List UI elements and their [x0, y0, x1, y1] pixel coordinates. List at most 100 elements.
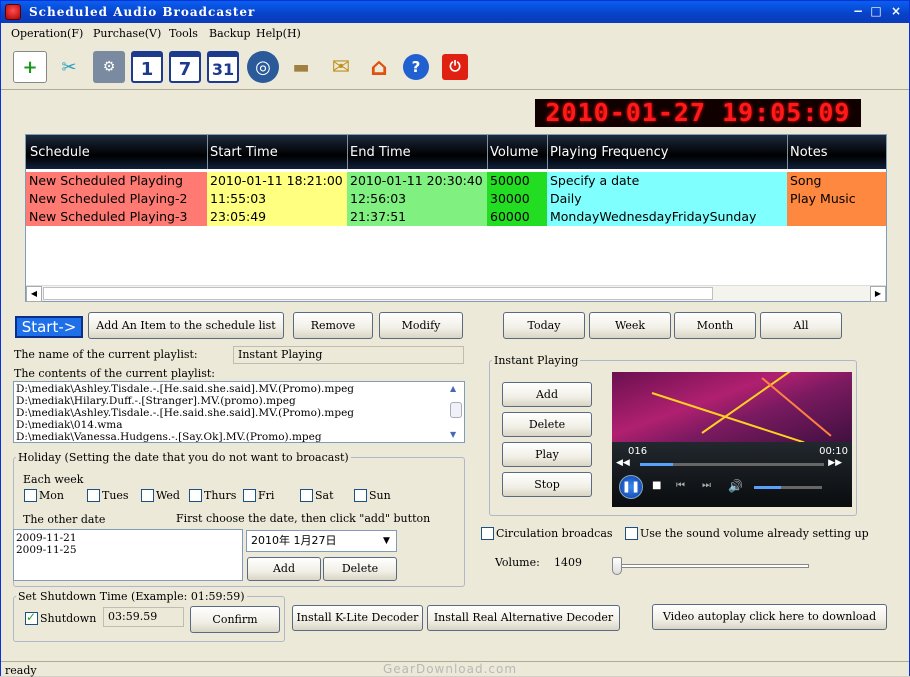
menu-tools[interactable]: Tools: [169, 27, 198, 40]
modify-button[interactable]: Modify: [379, 312, 463, 339]
list-item[interactable]: D:\mediak\Ashley.Tisdale.-.[He.said.she.…: [16, 383, 354, 395]
scroll-left-icon[interactable]: ◀: [26, 286, 42, 302]
today-button[interactable]: Today: [503, 312, 585, 339]
shutdown-time-field[interactable]: 03:59.59: [103, 607, 184, 627]
circulation-checkbox[interactable]: [481, 527, 494, 540]
menu-backup[interactable]: Backup: [209, 27, 251, 40]
seek-progress: [640, 463, 674, 466]
col-end-time[interactable]: End Time: [350, 145, 411, 160]
schedule-header: Schedule Start Time End Time Volume Play…: [26, 135, 886, 169]
next-icon[interactable]: ⏭: [702, 480, 711, 491]
add-item-button[interactable]: Add An Item to the schedule list: [88, 312, 284, 339]
col-volume[interactable]: Volume: [490, 145, 538, 160]
maximize-button[interactable]: □: [867, 4, 885, 20]
col-schedule[interactable]: Schedule: [30, 145, 90, 160]
month-button[interactable]: Month: [674, 312, 756, 339]
checkbox-thurs[interactable]: [189, 489, 202, 502]
scroll-thumb[interactable]: [43, 287, 713, 300]
volume-label: Volume:: [495, 556, 540, 569]
speaker-icon[interactable]: 🔊: [728, 479, 743, 493]
holiday-delete-button[interactable]: Delete: [323, 557, 397, 581]
video-autoplay-download-button[interactable]: Video autoplay click here to download: [652, 604, 887, 630]
instant-delete-button[interactable]: Delete: [502, 412, 592, 437]
instant-add-button[interactable]: Add: [502, 382, 592, 407]
help-icon[interactable]: ?: [403, 54, 429, 80]
install-klite-button[interactable]: Install K-Lite Decoder: [292, 605, 423, 631]
scanner-icon[interactable]: ▬: [285, 51, 317, 83]
settings-tools-icon[interactable]: ⚙: [93, 51, 125, 83]
confirm-button[interactable]: Confirm: [190, 606, 280, 633]
volume-bar[interactable]: [754, 486, 822, 489]
volume-slider[interactable]: [612, 557, 809, 575]
date-picker[interactable]: 2010年 1月27日 ▼: [246, 530, 397, 552]
menu-help[interactable]: Help(H): [256, 27, 301, 40]
week-button[interactable]: Week: [589, 312, 671, 339]
remove-button[interactable]: Remove: [293, 312, 373, 339]
menu-purchase[interactable]: Purchase(V): [93, 27, 161, 40]
scroll-up-icon[interactable]: ▲: [450, 384, 456, 393]
checkbox-mon[interactable]: [24, 489, 37, 502]
list-item[interactable]: 2009-11-25: [16, 544, 77, 556]
shutdown-checkbox[interactable]: [25, 610, 38, 625]
label-wed: Wed: [156, 489, 180, 502]
holiday-date-list[interactable]: 2009-11-21 2009-11-25: [13, 529, 243, 581]
led-clock: 2010-01-27 19:05:09: [535, 99, 861, 127]
scissors-icon[interactable]: ✂: [53, 51, 85, 83]
mail-icon[interactable]: ✉: [325, 51, 357, 83]
menu-operation[interactable]: Operation(F): [11, 27, 83, 40]
scroll-down-icon[interactable]: ▼: [450, 430, 456, 439]
scroll-thumb[interactable]: [450, 402, 462, 418]
add-schedule-icon[interactable]: +: [13, 51, 47, 83]
instant-play-button[interactable]: Play: [502, 442, 592, 467]
holiday-add-button[interactable]: Add: [247, 557, 321, 581]
scroll-right-icon[interactable]: ▶: [870, 286, 886, 302]
instant-stop-button[interactable]: Stop: [502, 472, 592, 497]
day-31-icon[interactable]: 31: [207, 51, 239, 83]
table-row[interactable]: New Scheduled Playding 2010-01-11 18:21:0…: [26, 172, 886, 190]
checkbox-sun[interactable]: [354, 489, 367, 502]
home-icon[interactable]: ⌂: [363, 51, 395, 83]
list-item[interactable]: D:\mediak\Ashley.Tisdale.-.[He.said.she.…: [16, 407, 354, 419]
chevron-down-icon[interactable]: ▼: [378, 532, 395, 550]
list-item[interactable]: 2009-11-21: [16, 532, 77, 544]
seek-bar[interactable]: [640, 463, 824, 466]
video-player[interactable]: 016 00:10 ◀◀ ▶▶ ❚❚ ■ ⏮ ⏭ 🔊: [612, 372, 852, 507]
checkbox-tues[interactable]: [87, 489, 100, 502]
start-button[interactable]: Start->: [15, 316, 83, 338]
fast-forward-icon[interactable]: ▶▶: [828, 458, 842, 468]
minimize-button[interactable]: −: [849, 4, 867, 20]
watermark: GearDownload.com: [383, 662, 518, 676]
rewind-icon[interactable]: ◀◀: [616, 458, 630, 468]
video-controls: 016 00:10 ◀◀ ▶▶ ❚❚ ■ ⏮ ⏭ 🔊: [612, 442, 852, 507]
close-button[interactable]: ×: [887, 4, 905, 20]
use-volume-checkbox[interactable]: [625, 527, 638, 540]
stop-icon[interactable]: ■: [652, 480, 661, 491]
install-real-alternative-button[interactable]: Install Real Alternative Decoder: [427, 605, 620, 631]
list-item[interactable]: D:\mediak\014.wma: [16, 419, 123, 431]
playlist-contents[interactable]: D:\mediak\Ashley.Tisdale.-.[He.said.she.…: [13, 381, 465, 443]
table-row[interactable]: New Scheduled Playing-3 23:05:49 21:37:51 6…: [26, 208, 886, 226]
checkbox-sat[interactable]: [300, 489, 313, 502]
col-start-time[interactable]: Start Time: [210, 145, 278, 160]
film-reel-icon[interactable]: ◎: [247, 51, 279, 83]
toolbar: + ✂ ⚙ 1 7 31 ◎ ▬ ✉ ⌂ ? ⏻: [1, 46, 909, 90]
playlist-name-field[interactable]: Instant Playing: [233, 346, 464, 364]
volume-slider-thumb[interactable]: [612, 557, 622, 575]
power-icon[interactable]: ⏻: [442, 54, 468, 80]
day-7-icon[interactable]: 7: [169, 51, 201, 83]
pause-icon[interactable]: ❚❚: [619, 475, 643, 499]
checkbox-wed[interactable]: [141, 489, 154, 502]
day-1-icon[interactable]: 1: [131, 51, 163, 83]
col-playing-frequency[interactable]: Playing Frequency: [550, 145, 669, 160]
table-row[interactable]: New Scheduled Playing-2 11:55:03 12:56:03 3…: [26, 190, 886, 208]
col-notes[interactable]: Notes: [790, 145, 828, 160]
all-button[interactable]: All: [760, 312, 842, 339]
vertical-scrollbar[interactable]: ▲ ▼: [448, 382, 464, 442]
volume-value: 1409: [554, 556, 582, 569]
status-text: ready: [5, 664, 37, 677]
list-item[interactable]: D:\mediak\Hilary.Duff.-.[Stranger].MV.(p…: [16, 395, 296, 407]
horizontal-scrollbar[interactable]: ◀ ▶: [26, 285, 886, 302]
previous-icon[interactable]: ⏮: [676, 480, 685, 491]
list-item[interactable]: D:\mediak\Vanessa.Hudgens.-.[Say.Ok].MV.…: [16, 431, 322, 442]
checkbox-fri[interactable]: [243, 489, 256, 502]
